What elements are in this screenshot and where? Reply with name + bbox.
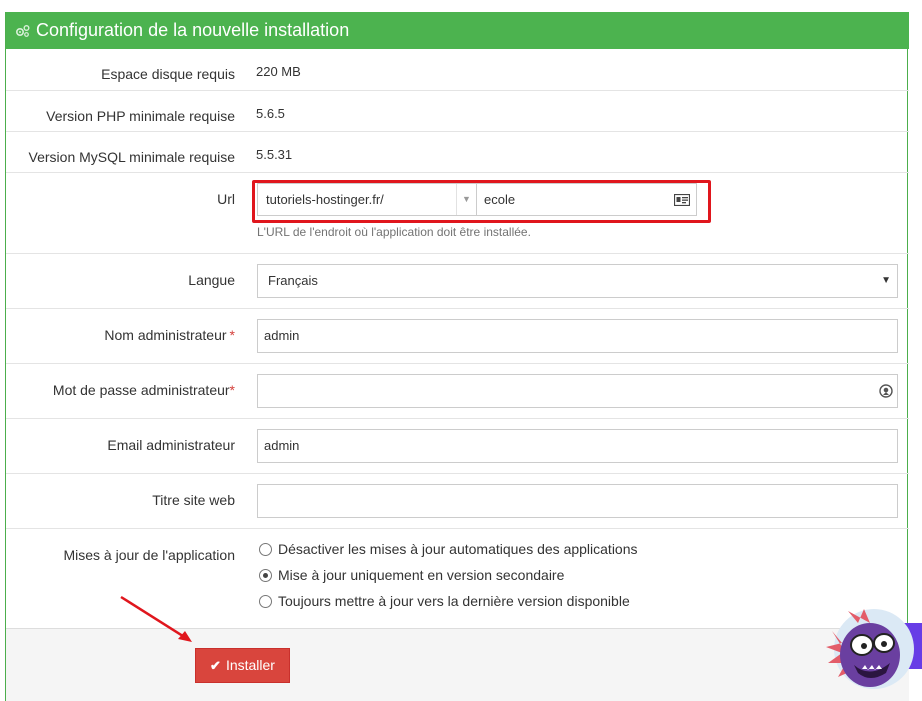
- radio-button[interactable]: [259, 594, 272, 608]
- mysql-version-label: Version MySQL minimale requise: [28, 149, 235, 165]
- required-mark: *: [229, 382, 235, 398]
- caret-down-icon: ▼: [881, 275, 891, 286]
- admin-password-label: Mot de passe administrateur*: [6, 382, 241, 398]
- radio-option-minor[interactable]: Mise à jour uniquement en version second…: [259, 567, 564, 583]
- admin-email-input[interactable]: admin: [257, 429, 898, 463]
- language-label: Langue: [188, 272, 235, 288]
- row-url: Url tutoriels-hostinger.fr/ ▼ ecole L'UR…: [6, 172, 909, 253]
- url-help-text: L'URL de l'endroit où l'application doit…: [257, 225, 531, 239]
- radio-button[interactable]: [259, 542, 272, 556]
- install-button[interactable]: ✔ Installer: [195, 648, 290, 683]
- row-admin-email: Email administrateur admin: [6, 418, 909, 473]
- row-disk-space: Espace disque requis 220 MB: [6, 49, 909, 90]
- eye-icon[interactable]: [879, 384, 893, 398]
- language-select-value: Français: [268, 273, 318, 288]
- updates-label: Mises à jour de l'application: [63, 547, 235, 563]
- check-icon: ✔: [210, 658, 221, 673]
- row-language: Langue Français ▼: [6, 253, 909, 308]
- row-admin-name: Nom administrateur * admin: [6, 308, 909, 363]
- disk-space-label: Espace disque requis: [101, 66, 235, 82]
- radio-option-label: Toujours mettre à jour vers la dernière …: [278, 593, 630, 609]
- url-highlight-box: [252, 180, 711, 223]
- admin-name-input-value: admin: [264, 328, 300, 343]
- radio-option-latest[interactable]: Toujours mettre à jour vers la dernière …: [259, 593, 630, 609]
- cogs-icon: [15, 24, 30, 37]
- radio-option-disable[interactable]: Désactiver les mises à jour automatiques…: [259, 541, 638, 557]
- php-version-value: 5.6.5: [256, 106, 285, 121]
- disk-space-value: 220 MB: [256, 64, 301, 79]
- php-version-label: Version PHP minimale requise: [46, 108, 235, 124]
- language-select[interactable]: Français ▼: [257, 264, 898, 298]
- site-title-label: Titre site web: [152, 492, 235, 508]
- panel-header: Configuration de la nouvelle installatio…: [6, 12, 909, 49]
- admin-name-input[interactable]: admin: [257, 319, 898, 353]
- admin-password-label-text: Mot de passe administrateur: [52, 382, 230, 398]
- row-mysql-version: Version MySQL minimale requise 5.5.31: [6, 131, 909, 172]
- install-button-label: Installer: [225, 657, 275, 673]
- mascot-icon: [826, 609, 922, 689]
- radio-option-label: Mise à jour uniquement en version second…: [278, 567, 565, 583]
- site-title-input[interactable]: [257, 484, 898, 518]
- url-label: Url: [217, 191, 235, 207]
- radio-option-label: Désactiver les mises à jour automatiques…: [278, 541, 638, 557]
- mysql-version-value: 5.5.31: [256, 147, 293, 162]
- admin-password-input[interactable]: [257, 374, 898, 408]
- panel-title: Configuration de la nouvelle installatio…: [36, 20, 350, 40]
- row-php-version: Version PHP minimale requise 5.6.5: [6, 90, 909, 131]
- row-admin-password: Mot de passe administrateur*: [6, 363, 909, 418]
- radio-button-checked[interactable]: [259, 568, 272, 582]
- row-site-title: Titre site web: [6, 473, 909, 528]
- admin-email-label: Email administrateur: [107, 437, 235, 453]
- red-arrow-annotation: [120, 595, 192, 642]
- admin-email-input-value: admin: [264, 438, 300, 453]
- admin-name-label: Nom administrateur *: [6, 327, 241, 343]
- required-mark: *: [229, 327, 235, 343]
- admin-name-label-text: Nom administrateur: [104, 327, 227, 343]
